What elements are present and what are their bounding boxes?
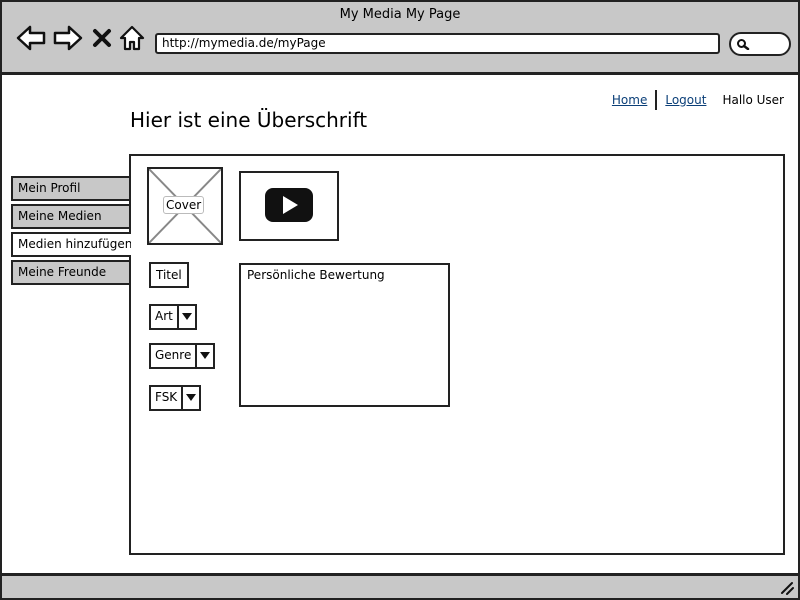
rating-label: Persönliche Bewertung: [247, 268, 385, 282]
genre-dropdown-value: Genre: [155, 348, 192, 362]
content-panel: Cover Titel Art Genre FSK Persönliche Be…: [129, 154, 785, 555]
art-dropdown-value: Art: [155, 309, 173, 323]
sidebar-tabs: Mein Profil Meine Medien Medien hinzufüg…: [11, 176, 131, 288]
tab-mein-profil[interactable]: Mein Profil: [11, 176, 131, 201]
close-icon[interactable]: [90, 24, 114, 52]
personal-rating-textarea[interactable]: Persönliche Bewertung: [239, 263, 450, 407]
cover-image-placeholder[interactable]: Cover: [147, 167, 223, 245]
art-dropdown[interactable]: Art: [149, 304, 197, 330]
tab-meine-medien[interactable]: Meine Medien: [11, 204, 131, 229]
chevron-down-icon[interactable]: [181, 387, 199, 409]
chevron-down-icon[interactable]: [176, 306, 195, 328]
tab-medien-hinzufuegen[interactable]: Medien hinzufügen: [11, 232, 131, 257]
link-separator: [655, 90, 658, 110]
resize-grip-icon[interactable]: [780, 581, 794, 595]
url-bar[interactable]: http://mymedia.de/myPage: [155, 33, 720, 54]
status-bar: [2, 573, 798, 598]
browser-toolbar: My Media My Page http://mymedia.de/myPag…: [2, 2, 798, 75]
browser-window: My Media My Page http://mymedia.de/myPag…: [0, 0, 800, 600]
chevron-down-icon[interactable]: [195, 345, 213, 367]
back-arrow-icon[interactable]: [16, 24, 46, 52]
user-greeting: Hallo User: [722, 93, 784, 107]
cover-label: Cover: [163, 196, 205, 214]
title-field[interactable]: Titel: [149, 262, 189, 288]
play-icon[interactable]: [265, 188, 313, 222]
home-icon[interactable]: [118, 24, 146, 52]
fsk-dropdown-value: FSK: [155, 390, 178, 404]
search-field[interactable]: [729, 32, 791, 56]
genre-dropdown[interactable]: Genre: [149, 343, 216, 369]
video-player-placeholder[interactable]: [239, 171, 339, 241]
search-icon: [737, 39, 750, 50]
window-title: My Media My Page: [339, 7, 461, 22]
fsk-dropdown[interactable]: FSK: [149, 385, 202, 411]
logout-link[interactable]: Logout: [665, 93, 706, 107]
tab-meine-freunde[interactable]: Meine Freunde: [11, 260, 131, 285]
page-title: Hier ist eine Überschrift: [130, 108, 368, 132]
home-link[interactable]: Home: [612, 93, 647, 107]
forward-arrow-icon[interactable]: [53, 24, 83, 52]
header-links: Home Logout Hallo User: [612, 90, 784, 110]
